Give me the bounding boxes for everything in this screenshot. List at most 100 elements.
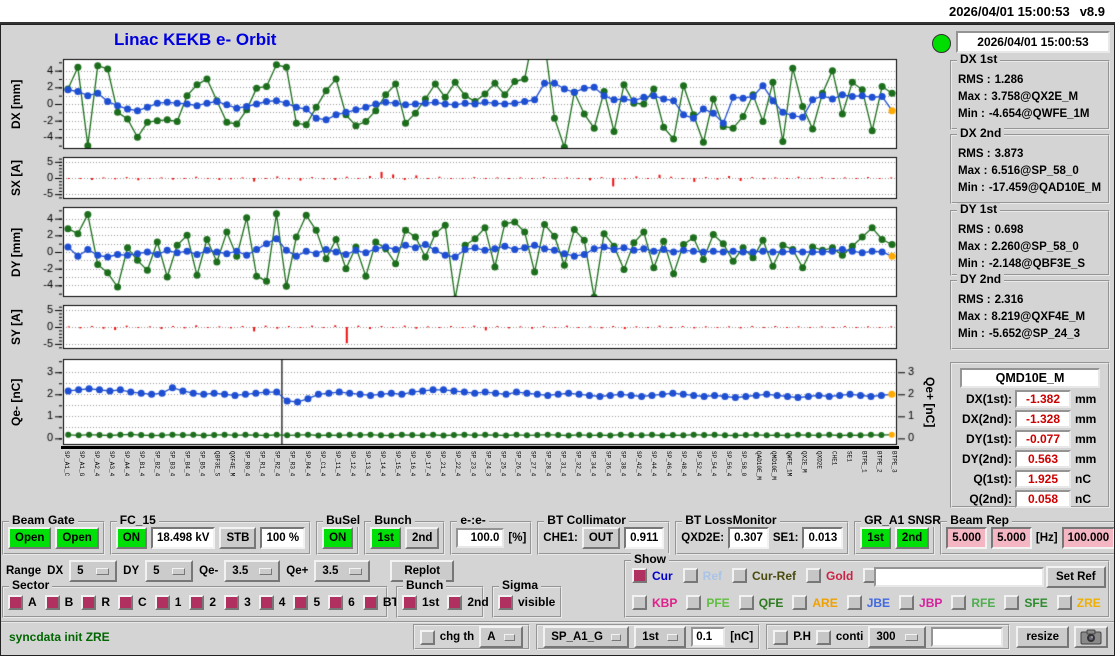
chg-th-checkbox[interactable]: [419, 629, 435, 645]
bunch-2nd-button[interactable]: 2nd: [404, 527, 440, 549]
checkbox-indicator[interactable]: [118, 594, 134, 610]
bpm-axis-label: SP_B4_4: [183, 451, 191, 477]
range-dx-select[interactable]: 5: [69, 560, 118, 582]
sector-checkbox-bt[interactable]: BT: [362, 594, 399, 610]
range-qe-minus-select[interactable]: 3.5: [224, 560, 281, 582]
chg-th-select[interactable]: A: [479, 626, 524, 648]
show-checkbox-jbp[interactable]: JBP: [899, 595, 942, 610]
show-checkbox-qfe[interactable]: QFE: [738, 595, 783, 610]
fc15-stb-button[interactable]: STB: [219, 527, 257, 549]
show-checkbox-kbp[interactable]: KBP: [632, 595, 677, 610]
extra-input[interactable]: [931, 627, 1004, 647]
checkbox-indicator[interactable]: [899, 595, 915, 610]
show-checkbox-label: JBE: [866, 595, 891, 610]
show-checkbox-rfe[interactable]: RFE: [951, 595, 995, 610]
sigma-checkbox-visible[interactable]: visible: [498, 594, 555, 610]
show-checkbox-label: Cur: [652, 568, 673, 583]
checkbox-indicator[interactable]: [682, 568, 698, 583]
checkbox-indicator[interactable]: [402, 594, 417, 610]
bunch-checkbox-1st[interactable]: 1st: [402, 594, 439, 610]
sector-checkbox-3[interactable]: 3: [224, 594, 251, 610]
checkbox-indicator[interactable]: [632, 568, 647, 583]
show-checkbox-jbe[interactable]: JBE: [846, 595, 891, 610]
resize-button[interactable]: resize: [1016, 626, 1069, 648]
conti-checkbox[interactable]: [815, 629, 831, 645]
busel-on-button[interactable]: ON: [322, 527, 354, 549]
checkbox-indicator[interactable]: [154, 594, 170, 610]
checkbox-indicator[interactable]: [258, 594, 274, 610]
bunch-1st-button[interactable]: 1st: [370, 527, 401, 549]
bunch-select[interactable]: 1st: [634, 626, 687, 648]
screenshot-button[interactable]: [1074, 626, 1108, 648]
checkbox-indicator[interactable]: [686, 595, 702, 610]
sector-checkbox-6[interactable]: 6: [328, 594, 355, 610]
checkbox-indicator[interactable]: [1056, 595, 1072, 610]
checkbox-indicator[interactable]: [846, 595, 862, 610]
show-checkbox-cur-ref[interactable]: Cur-Ref: [732, 568, 796, 583]
checkbox-indicator[interactable]: [362, 594, 378, 610]
bunch-checkbox-2nd[interactable]: 2nd: [447, 594, 489, 610]
collimator-out-button[interactable]: OUT: [581, 527, 621, 549]
monitor-value: -1.382: [1015, 390, 1071, 408]
show-checkbox-zre[interactable]: ZRE: [1056, 595, 1101, 610]
bunch-select-group: Bunch 1st 2nd: [364, 514, 446, 555]
threshold-input[interactable]: [691, 627, 726, 647]
bunch-items: 1st 2nd: [398, 588, 489, 616]
range-dy-select[interactable]: 5: [145, 560, 194, 582]
device-select[interactable]: SP_A1_G: [543, 626, 630, 648]
sector-checkbox-label: C: [138, 595, 147, 609]
checkbox-indicator[interactable]: [224, 594, 240, 610]
checkbox-indicator[interactable]: [806, 568, 822, 583]
sector-checkbox-r[interactable]: R: [81, 594, 110, 610]
show-checkbox-pfe[interactable]: PFE: [686, 595, 730, 610]
checkbox-indicator[interactable]: [632, 595, 647, 610]
sector-checkbox-c[interactable]: C: [118, 594, 147, 610]
show-checkbox-ref[interactable]: Ref: [682, 568, 722, 583]
ee-ratio-input[interactable]: [456, 528, 505, 548]
checkbox-indicator[interactable]: [8, 594, 23, 610]
range-qe-plus-select[interactable]: 3.5: [314, 560, 371, 582]
bpm-axis-label: SP_22_4: [454, 451, 462, 477]
chg-th-group: chg th A: [412, 624, 531, 650]
checkbox-indicator[interactable]: [951, 595, 967, 610]
checkbox-indicator[interactable]: [732, 568, 748, 583]
bpm-axis-label: SP_B5_4: [198, 451, 206, 477]
show-checkbox-cur[interactable]: Cur: [632, 568, 673, 583]
fc15-on-button[interactable]: ON: [115, 527, 148, 549]
beam-gate-2-button[interactable]: Open: [55, 527, 99, 549]
sector-checkbox-1[interactable]: 1: [154, 594, 181, 610]
bpm-axis-label: SP_B2_4: [153, 451, 161, 477]
checkbox-indicator[interactable]: [1004, 595, 1020, 610]
points-select[interactable]: 300: [868, 626, 927, 648]
device-group: SP_A1_G 1st [nC]: [536, 624, 761, 650]
sector-checkbox-a[interactable]: A: [8, 594, 37, 610]
checkbox-indicator[interactable]: [498, 594, 513, 610]
bpm-axis-label: SP_36_4: [604, 451, 612, 477]
bpm-axis-label: QXF4E_M: [228, 451, 236, 477]
ph-checkbox[interactable]: [773, 629, 789, 645]
show-checkbox-sfe[interactable]: SFE: [1004, 595, 1048, 610]
bpm-axis-label: SP_48_4: [679, 451, 687, 477]
gr-2nd-button[interactable]: 2nd: [894, 527, 930, 549]
checkbox-indicator[interactable]: [44, 594, 60, 610]
set-ref-button[interactable]: Set Ref: [1046, 566, 1106, 588]
loss-qxd2e-readout: 0.307: [728, 527, 769, 549]
gr-1st-button[interactable]: 1st: [860, 527, 891, 549]
show-checkbox-are[interactable]: ARE: [792, 595, 838, 610]
sector-checkbox-5[interactable]: 5: [293, 594, 320, 610]
checkbox-indicator[interactable]: [447, 594, 463, 610]
checkbox-indicator[interactable]: [81, 594, 97, 610]
checkbox-indicator[interactable]: [328, 594, 344, 610]
dy2-min: -5.652@SP_24_3: [988, 328, 1080, 340]
checkbox-indicator[interactable]: [293, 594, 309, 610]
beam-gate-1-button[interactable]: Open: [8, 527, 52, 549]
sector-checkbox-2[interactable]: 2: [189, 594, 216, 610]
ref-name-input[interactable]: [874, 567, 1044, 587]
checkbox-indicator[interactable]: [792, 595, 808, 610]
bpm-axis-label: SP_16_4: [409, 451, 417, 477]
sector-checkbox-b[interactable]: B: [44, 594, 73, 610]
sector-checkbox-4[interactable]: 4: [258, 594, 285, 610]
checkbox-indicator[interactable]: [738, 595, 754, 610]
show-checkbox-gold[interactable]: Gold: [806, 568, 853, 583]
checkbox-indicator[interactable]: [189, 594, 205, 610]
